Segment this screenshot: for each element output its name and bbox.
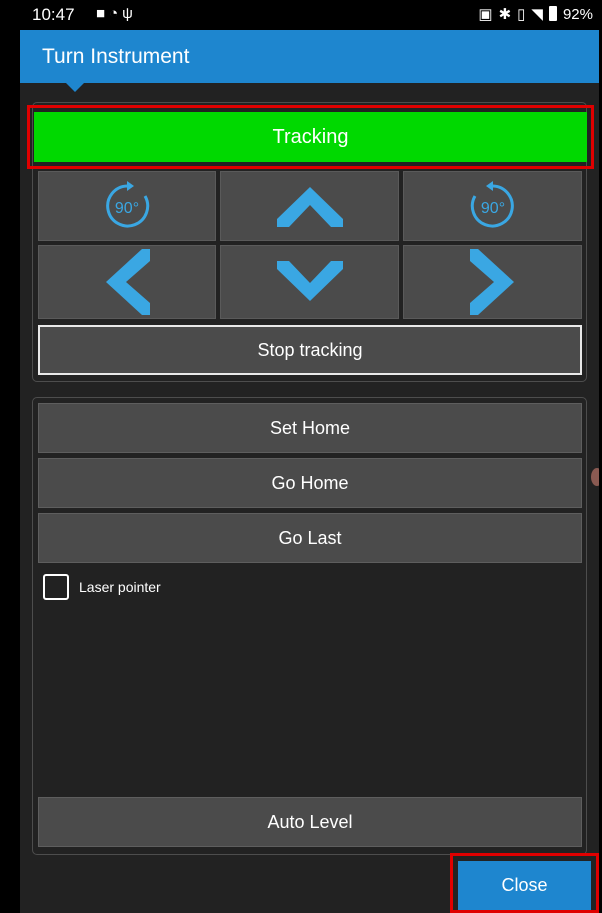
move-up-button[interactable]: [220, 171, 399, 241]
wifi-icon: ◔: [109, 5, 123, 22]
chevron-left-icon: [106, 249, 150, 315]
signal-icon: ◥: [531, 6, 543, 23]
chevron-right-icon: [469, 249, 514, 315]
close-button[interactable]: Close: [458, 861, 591, 910]
page-title: Turn Instrument: [42, 45, 190, 68]
rotate-cw-90-button[interactable]: 90°: [38, 171, 216, 241]
move-right-button[interactable]: [403, 245, 582, 319]
stop-tracking-button[interactable]: Stop tracking: [38, 325, 582, 375]
rotate-ccw-label: 90°: [480, 200, 504, 217]
status-time: 10:47: [32, 5, 75, 24]
laser-pointer-label[interactable]: Laser pointer: [79, 579, 161, 595]
video-icon: ■: [96, 5, 110, 22]
battery-percent: 92%: [562, 6, 593, 23]
rotate-ccw-90-button[interactable]: 90°: [403, 171, 582, 241]
go-last-button[interactable]: Go Last: [38, 513, 582, 563]
set-home-button[interactable]: Set Home: [38, 403, 582, 453]
chevron-down-icon: [276, 261, 343, 301]
status-right-icons: ▣ ✱ ▯ ◥ 92%: [472, 5, 593, 23]
usb-icon: ψ: [122, 5, 137, 22]
tracking-button[interactable]: Tracking: [34, 112, 587, 162]
status-bar: 10:47 ■◔ψ ▣ ✱ ▯ ◥ 92%: [20, 0, 599, 30]
rotate-cw-icon: 90°: [106, 181, 150, 228]
chevron-up-icon: [276, 187, 343, 227]
tracking-highlight: Tracking: [27, 105, 594, 169]
auto-level-button[interactable]: Auto Level: [38, 797, 582, 847]
vibrate-icon: ▯: [517, 6, 526, 23]
go-home-button[interactable]: Go Home: [38, 458, 582, 508]
status-left-icons: ■◔ψ: [96, 5, 137, 22]
close-highlight: Close: [450, 853, 599, 913]
edge-handle: [591, 468, 599, 486]
title-notch: [66, 83, 84, 92]
battery-icon: [548, 6, 557, 21]
turn-instrument-screen: 10:47 ■◔ψ ▣ ✱ ▯ ◥ 92% Turn Instrument Tracki…: [20, 0, 599, 913]
title-bar: Turn Instrument: [20, 30, 599, 83]
bluetooth-icon: ✱: [498, 6, 512, 23]
rotate-cw-label: 90°: [115, 200, 139, 217]
cast-icon: ▣: [478, 6, 493, 23]
laser-pointer-checkbox[interactable]: [43, 574, 69, 600]
move-down-button[interactable]: [220, 245, 399, 319]
rotate-ccw-icon: 90°: [470, 181, 514, 228]
move-left-button[interactable]: [38, 245, 216, 319]
